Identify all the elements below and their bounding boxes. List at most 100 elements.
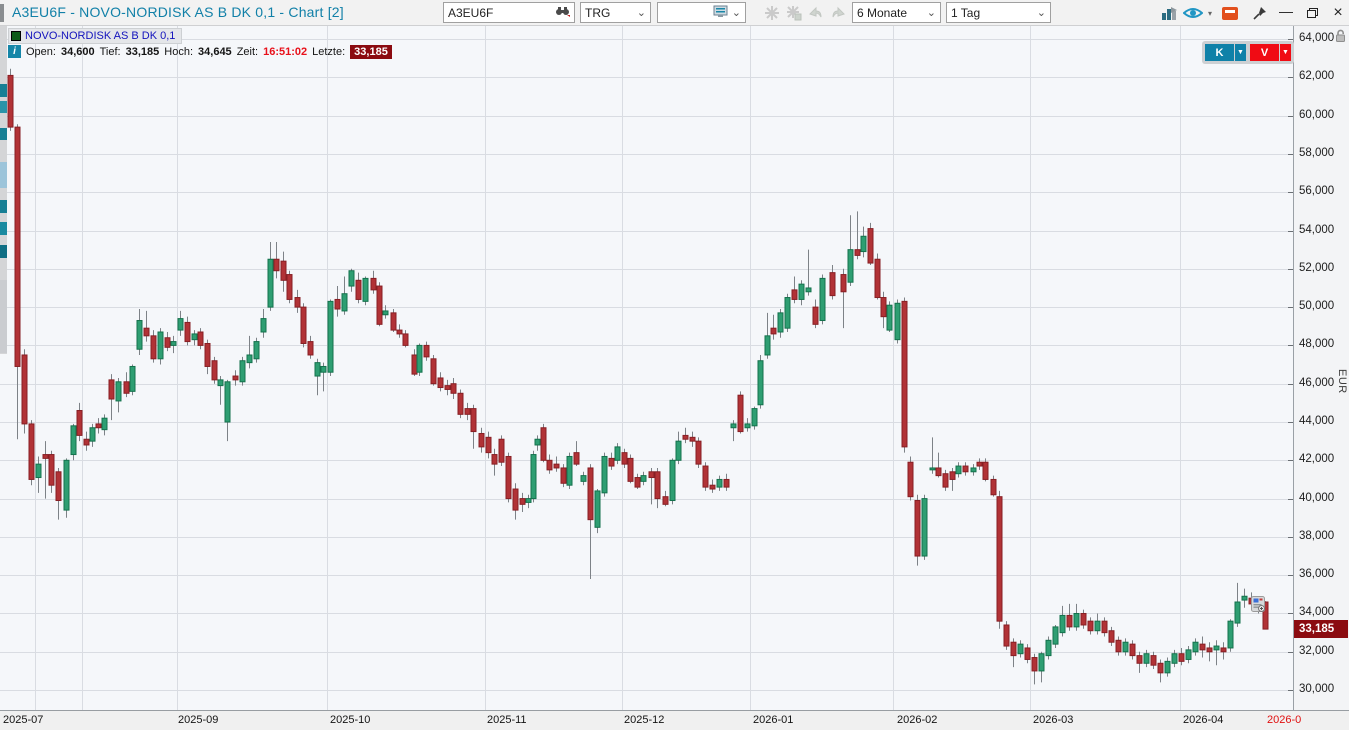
price-axis-tick-label: 62,000 [1299,70,1334,82]
candle-down [1158,663,1163,673]
interval-select[interactable]: 1 Tag ⌄ [946,2,1051,23]
eye-icon[interactable] [1183,3,1203,23]
candle-down [281,261,286,280]
candle-down [1109,631,1114,642]
candle-up [602,456,607,492]
candle-down [792,290,797,300]
candle-up [1060,615,1065,632]
candle-down [8,75,13,127]
feed-select[interactable]: TRG ⌄ [580,2,651,23]
candle-down [205,343,210,366]
last-price-badge: 33,185 [350,45,392,59]
candle-down [274,259,279,270]
pin-icon[interactable] [1250,3,1270,23]
price-axis-tick-label: 36,000 [1299,568,1334,580]
edge-toolbar-fragment [0,222,7,235]
candle-down [908,462,913,496]
candle-down [198,332,203,345]
sell-button[interactable]: V [1250,44,1279,61]
candle-down [1179,654,1184,662]
candle-up [799,284,804,299]
archive-box-icon[interactable] [1220,3,1240,23]
candle-down [696,441,701,464]
chevron-down-icon: ⌄ [927,6,936,19]
low-value: 33,185 [126,46,160,58]
candle-up [1074,613,1079,626]
candle-up [670,460,675,500]
candle-down [391,313,396,330]
candle-up [1214,646,1219,650]
price-axis[interactable]: 33,185 64,00062,00060,00058,00056,00054,… [1294,26,1349,710]
restore-button[interactable] [1302,3,1322,23]
candle-up [1144,654,1149,664]
candle-down [628,458,633,481]
indicator-new-icon[interactable] [762,3,782,23]
candle-down [902,301,907,447]
unlock-icon[interactable] [1334,29,1347,48]
candle-up [615,447,620,460]
candle-down [308,342,313,355]
candle-up [1235,602,1240,623]
price-axis-tick-label: 40,000 [1299,492,1334,504]
info-icon[interactable]: i [8,45,21,58]
chevron-down-icon: ⌄ [637,6,646,19]
chart-object-zoom-icon[interactable] [1251,596,1266,618]
minimize-button[interactable]: — [1276,1,1296,21]
candle-down [710,485,715,489]
candle-down [1130,644,1135,655]
candle-up [36,464,41,477]
buy-options-caret[interactable]: ▼ [1235,44,1246,61]
close-button[interactable]: × [1328,3,1348,23]
eye-options-caret[interactable]: ▾ [1204,3,1216,23]
symbol-search-input[interactable]: A3EU6F [443,2,575,23]
candle-up [765,336,770,355]
candle-down [438,378,443,388]
candle-up [171,342,176,346]
time-value: 16:51:02 [263,46,307,58]
candle-up [676,441,681,460]
time-axis-tick-label: 2025-10 [330,714,370,726]
candle-down [144,328,149,336]
candle-down [151,336,156,359]
edge-toolbar-fragment [0,200,7,213]
buy-button[interactable]: K [1205,44,1234,61]
series-legend[interactable]: NOVO-NORDISK AS B DK 0,1 [8,28,182,44]
binoculars-icon[interactable] [555,5,570,20]
candle-up [137,321,142,350]
candle-up [1165,661,1170,672]
time-axis[interactable]: 2025-072025-092025-102025-112025-122026-… [0,710,1349,730]
axis-unit-label: EUR [1336,369,1348,394]
time-axis-tick-label: 2025-07 [3,714,43,726]
last-label: Letzte: [312,46,345,58]
period-select[interactable]: 6 Monate ⌄ [852,2,941,23]
candlestick-chart[interactable] [0,0,1349,730]
chevron-down-icon: ⌄ [732,6,741,19]
open-value: 34,600 [61,46,95,58]
chart-type-icon[interactable] [1160,3,1180,23]
candle-down [635,478,640,488]
sell-options-caret[interactable]: ▼ [1280,44,1291,61]
template-select[interactable]: ⌄ [657,2,746,23]
candle-down [1200,644,1205,650]
candle-up [315,363,320,376]
candle-down [943,474,948,487]
left-edge-toolbar[interactable] [0,26,7,354]
gridlines [0,26,1294,710]
candle-down [703,466,708,487]
candle-up [971,468,976,472]
redo-icon[interactable] [828,3,848,23]
candles[interactable] [8,69,1268,685]
candle-up [526,499,531,503]
candle-down [830,273,835,296]
candle-down [574,453,579,464]
candle-down [915,501,920,557]
time-axis-tick-label: 2026-03 [1033,714,1073,726]
candle-down [683,435,688,439]
candle-up [417,345,422,372]
price-axis-tick-label: 52,000 [1299,262,1334,274]
indicator-add-icon[interactable] [784,3,804,23]
candle-down [997,497,1002,621]
candle-down [465,409,470,415]
candle-down [479,433,484,446]
undo-icon[interactable] [806,3,826,23]
